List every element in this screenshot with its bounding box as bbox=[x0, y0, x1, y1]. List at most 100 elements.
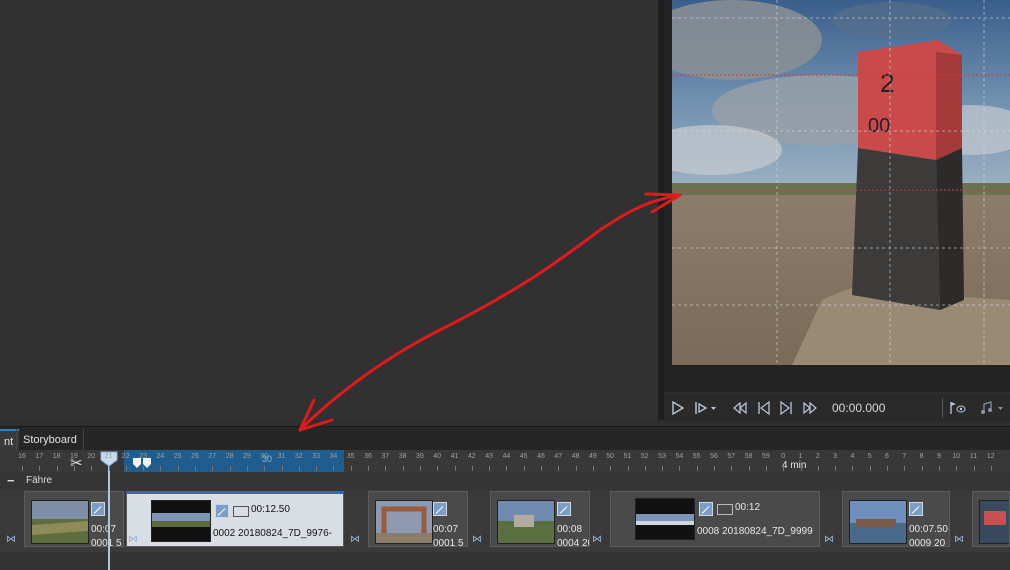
transition-ab-icon[interactable] bbox=[699, 502, 713, 516]
transition-ab-icon[interactable] bbox=[557, 502, 571, 516]
ruler-tick-label: 39 bbox=[415, 453, 424, 460]
transition-icon[interactable]: ⋈ bbox=[954, 534, 966, 546]
ruler-tick-label: 26 bbox=[191, 453, 199, 460]
timeline-tab-bar: nt Storyboard bbox=[0, 426, 1010, 453]
ruler-tick bbox=[298, 466, 300, 471]
ruler-tick bbox=[783, 466, 785, 471]
ruler-tick bbox=[610, 466, 612, 471]
ruler-tick bbox=[644, 466, 646, 471]
ruler-tick-label: 48 bbox=[571, 453, 580, 460]
transition-ab-icon[interactable] bbox=[433, 502, 447, 516]
ruler-tick-label: 7 bbox=[902, 453, 907, 460]
clip-name: 0008 20180824_7D_9999 bbox=[697, 526, 813, 537]
clip-name: 0004 2018 bbox=[557, 538, 589, 547]
transition-ab-icon[interactable] bbox=[909, 502, 923, 516]
clip-7[interactable] bbox=[972, 491, 1010, 547]
ruler-tick-label: 45 bbox=[519, 453, 528, 460]
play-icon[interactable] bbox=[668, 398, 688, 418]
transition-icon[interactable]: ⋈ bbox=[128, 534, 140, 546]
ruler-tick-label: 58 bbox=[744, 453, 753, 460]
media-pool-panel bbox=[0, 0, 658, 420]
play-mode-dropdown[interactable] bbox=[692, 398, 720, 418]
ruler-tick-label: 17 bbox=[35, 453, 44, 460]
audio-settings-dropdown[interactable] bbox=[978, 398, 1008, 418]
ruler-tick-label: 30 bbox=[260, 453, 269, 460]
ruler-tick bbox=[575, 466, 577, 471]
clip-6[interactable]: 00:07.50 0009 20 bbox=[842, 491, 950, 547]
clip-3[interactable]: 00:07 0001 5 bbox=[368, 491, 468, 547]
clip-4[interactable]: 00:08 0004 2018 bbox=[490, 491, 590, 547]
ruler-tick bbox=[627, 466, 629, 471]
ruler-tick-label: 44 bbox=[502, 453, 511, 460]
ruler-tick bbox=[662, 466, 664, 471]
ruler-tick-label: 37 bbox=[381, 453, 390, 460]
ruler-tick bbox=[800, 466, 802, 471]
preview-image: 2 00 bbox=[672, 0, 1010, 365]
ruler-tick bbox=[679, 466, 681, 471]
clip-name: 0002 20180824_7D_9976- bbox=[213, 528, 332, 539]
ruler-tick bbox=[229, 466, 231, 471]
clip-thumbnail bbox=[979, 500, 1009, 544]
transition-ab-icon[interactable] bbox=[91, 502, 105, 516]
ruler-tick bbox=[748, 466, 750, 471]
post-number-bottom: 00 bbox=[868, 115, 890, 137]
fast-rewind-icon[interactable] bbox=[730, 398, 750, 418]
track-footer bbox=[0, 552, 1010, 570]
ruler-tick-label: 52 bbox=[640, 453, 649, 460]
timecode-display: 00:00.000 bbox=[832, 401, 886, 415]
ruler-tick bbox=[852, 466, 854, 471]
track-name: Fähre bbox=[26, 475, 53, 486]
ruler-tick-label: 49 bbox=[588, 453, 597, 460]
tab-storyboard[interactable]: Storyboard bbox=[16, 429, 84, 451]
playhead-line[interactable] bbox=[108, 462, 110, 570]
ruler-tick bbox=[489, 466, 491, 471]
ruler-tick-label: 33 bbox=[312, 453, 320, 460]
ruler-tick bbox=[143, 466, 145, 471]
ruler-tick-label: 9 bbox=[936, 453, 941, 460]
clip-duration: 00:12 bbox=[735, 502, 761, 513]
ruler-tick-label: 35 bbox=[346, 453, 355, 460]
ruler-tick bbox=[765, 466, 767, 471]
clip-5[interactable]: 00:12 0008 20180824_7D_9999 bbox=[610, 491, 820, 547]
ruler-tick bbox=[558, 466, 560, 471]
clip-duration: 00:07.50 bbox=[909, 524, 948, 535]
ruler-tick bbox=[419, 466, 421, 471]
ruler-tick bbox=[56, 466, 58, 471]
marker-view-icon[interactable] bbox=[946, 398, 968, 418]
ruler-tick bbox=[22, 466, 23, 471]
clip-duration: 00:12.50 bbox=[251, 504, 290, 515]
clip-name: 0001 5 bbox=[433, 538, 464, 547]
ruler-tick-label: 24 bbox=[156, 453, 165, 460]
ruler-tick bbox=[333, 466, 335, 471]
fast-forward-icon[interactable] bbox=[800, 398, 820, 418]
ruler-tick bbox=[454, 466, 456, 471]
ruler-tick-label: 4 bbox=[850, 453, 855, 460]
ruler-tick bbox=[696, 466, 698, 471]
clip-thumbnail bbox=[635, 498, 695, 540]
divider bbox=[942, 398, 943, 418]
ruler-tick bbox=[91, 466, 93, 471]
transition-icon[interactable]: ⋈ bbox=[350, 534, 362, 546]
track-header: − Fähre bbox=[0, 472, 1010, 490]
transition-icon[interactable]: ⋈ bbox=[592, 534, 604, 546]
ruler-tick-label: 1 bbox=[798, 453, 803, 460]
transition-icon[interactable]: ⋈ bbox=[472, 534, 484, 546]
ruler-tick-label: 23 bbox=[139, 453, 147, 460]
clip-2[interactable]: 00:12.50 0002 20180824_7D_9976- bbox=[126, 491, 344, 547]
ruler-tick-label: 28 bbox=[225, 453, 234, 460]
ruler-major-label: 4 min bbox=[782, 460, 807, 471]
clip-duration: 00:08 bbox=[557, 524, 583, 535]
ruler-tick bbox=[402, 466, 404, 471]
clip-name: 0009 20 bbox=[909, 538, 946, 547]
transition-icon[interactable]: ⋈ bbox=[824, 534, 836, 546]
next-frame-icon[interactable] bbox=[776, 398, 796, 418]
ruler-tick bbox=[714, 466, 715, 471]
transition-ab-icon[interactable] bbox=[215, 504, 229, 518]
collapse-track-icon[interactable]: − bbox=[7, 473, 15, 488]
previous-frame-icon[interactable] bbox=[754, 398, 774, 418]
transition-icon[interactable]: ⋈ bbox=[6, 534, 18, 546]
ruler-tick-label: 32 bbox=[294, 453, 303, 460]
ruler-tick bbox=[39, 466, 41, 471]
ruler-tick bbox=[938, 466, 940, 471]
ruler-tick-label: 20 bbox=[87, 453, 96, 460]
